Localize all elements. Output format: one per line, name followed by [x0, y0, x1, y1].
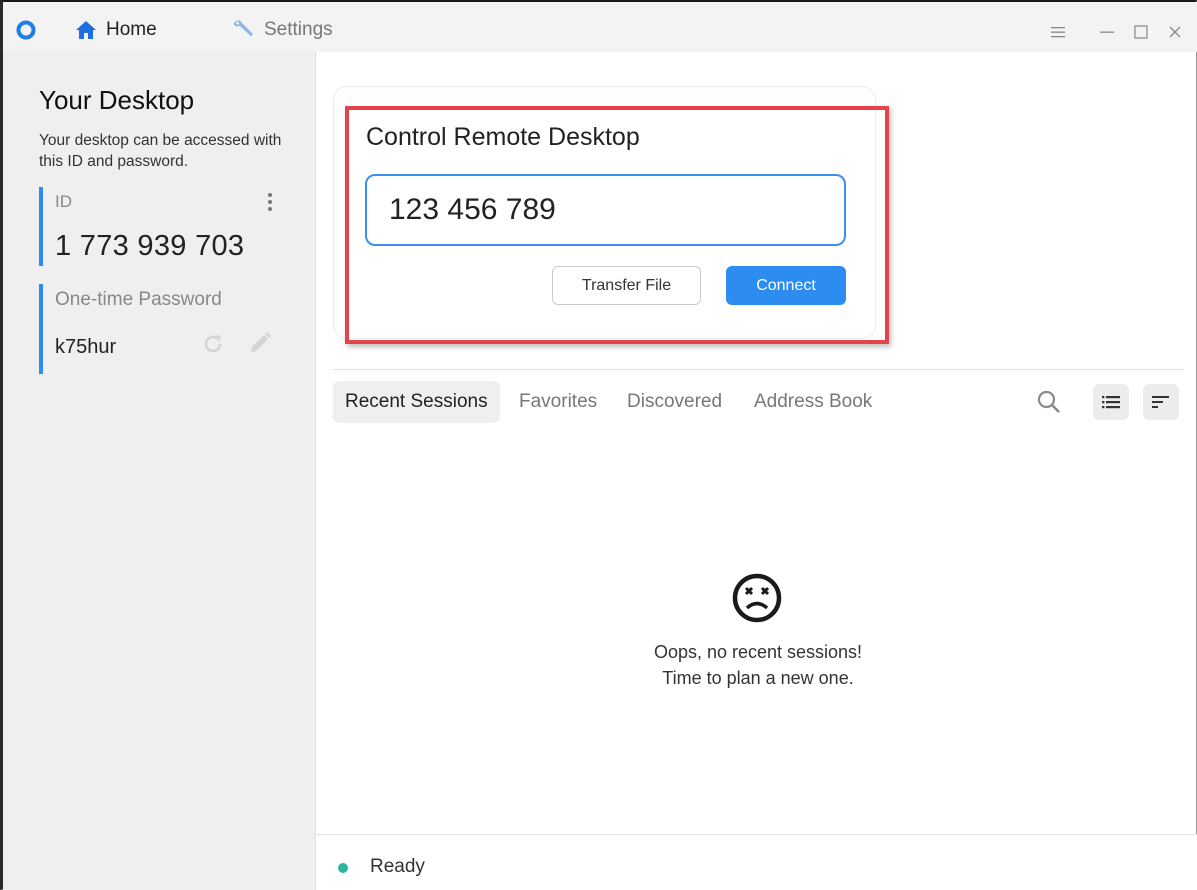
minimize-icon — [1100, 31, 1114, 33]
connect-button[interactable]: Connect — [726, 266, 846, 305]
empty-state-line2: Time to plan a new one. — [662, 668, 854, 688]
minimize-button[interactable] — [1093, 18, 1121, 46]
app-logo-icon — [16, 20, 36, 40]
hamburger-icon — [1051, 27, 1065, 38]
sidebar: Your Desktop Your desktop can be accesse… — [3, 52, 316, 890]
maximize-icon — [1134, 25, 1148, 39]
wrench-icon — [233, 20, 253, 36]
nav-settings-label: Settings — [264, 19, 333, 40]
status-bar: Ready — [316, 834, 1197, 890]
home-icon — [76, 21, 96, 39]
id-value: 1 773 939 703 — [55, 230, 245, 262]
search-button[interactable] — [1031, 384, 1067, 420]
status-text: Ready — [370, 856, 425, 877]
list-view-button[interactable] — [1093, 384, 1129, 420]
nav-home-label: Home — [106, 19, 157, 40]
search-icon — [1037, 390, 1060, 413]
edit-icon[interactable] — [248, 331, 272, 355]
list-view-icon — [1102, 396, 1120, 409]
nav-settings[interactable]: Settings — [231, 18, 333, 42]
sort-button[interactable] — [1143, 384, 1179, 420]
password-value: k75hur — [55, 336, 117, 358]
more-options-icon[interactable] — [263, 190, 277, 214]
tab-address-book[interactable]: Address Book — [754, 381, 872, 423]
tab-recent-sessions[interactable]: Recent Sessions — [333, 381, 500, 423]
dizzy-face-icon — [732, 573, 782, 623]
sidebar-title: Your Desktop — [39, 85, 195, 115]
title-bar: Home Settings — [3, 2, 1197, 52]
refresh-icon[interactable] — [201, 332, 225, 356]
remote-id-input[interactable] — [365, 174, 846, 246]
maximize-button[interactable] — [1127, 18, 1155, 46]
connect-card-title: Control Remote Desktop — [366, 123, 640, 151]
close-icon — [1169, 26, 1181, 38]
tab-favorites[interactable]: Favorites — [519, 381, 597, 423]
close-button[interactable] — [1161, 18, 1189, 46]
transfer-file-button[interactable]: Transfer File — [552, 266, 701, 305]
tab-discovered[interactable]: Discovered — [627, 381, 722, 423]
status-indicator-icon — [338, 863, 348, 873]
password-label: One-time Password — [55, 289, 222, 310]
section-divider — [333, 369, 1184, 370]
nav-home[interactable]: Home — [75, 18, 157, 42]
id-accent-bar — [39, 187, 43, 266]
id-label: ID — [55, 192, 72, 211]
password-accent-bar — [39, 284, 43, 374]
sidebar-description: Your desktop can be accessed with this I… — [39, 132, 282, 170]
menu-button[interactable] — [1044, 18, 1072, 46]
app-window: Home Settings Your Desktop Your desktop … — [0, 0, 1197, 890]
sort-icon — [1152, 396, 1169, 408]
empty-state-line1: Oops, no recent sessions! — [653, 642, 863, 662]
